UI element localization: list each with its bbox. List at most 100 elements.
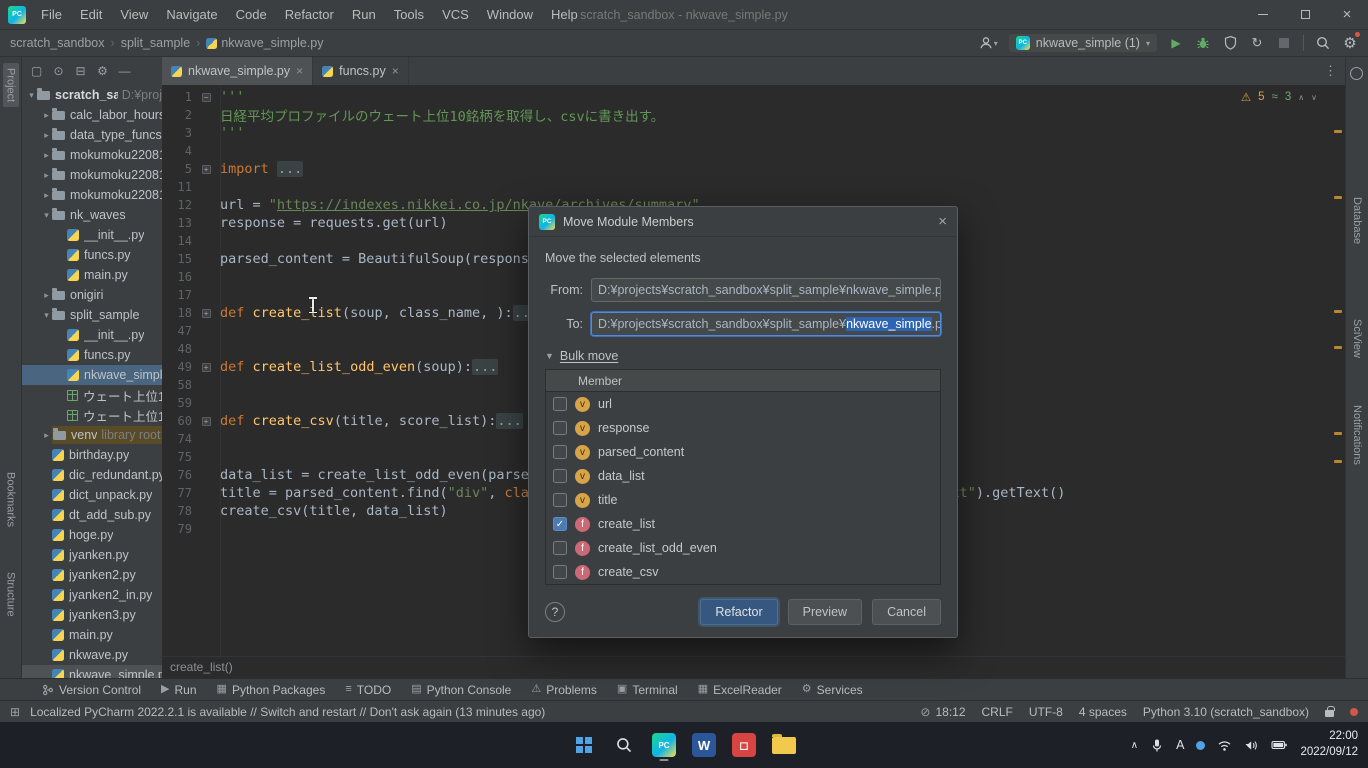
search-everywhere-button[interactable] [1315,34,1331,52]
toolwindow-button-version-control[interactable]: Version Control [34,679,149,701]
run-with-coverage-button[interactable] [1222,34,1238,52]
error-stripe-mark[interactable] [1334,346,1342,349]
error-stripe-mark[interactable] [1334,460,1342,463]
rerun-button[interactable]: ↻ [1249,34,1265,52]
taskbar-pycharm-button[interactable]: PC [647,728,681,762]
chevron-collapsed-icon[interactable]: ▸ [41,290,52,301]
preview-button[interactable]: Preview [788,599,862,625]
error-stripe-mark[interactable] [1334,130,1342,133]
tree-item-nkwave_simple-py[interactable]: nkwave_simple.py [22,665,162,678]
stop-button[interactable] [1276,34,1292,52]
dialog-close-button[interactable]: × [938,213,947,230]
tree-item-jyanken2_in-py[interactable]: jyanken2_in.py [22,585,162,605]
fold-marker-icon[interactable]: + [202,363,211,372]
tree-item-funcs-py[interactable]: funcs.py [22,245,162,265]
lock-icon[interactable] [1325,710,1334,717]
taskbar-word-button[interactable]: W [687,728,721,762]
interpreter-widget[interactable]: Python 3.10 (scratch_sandbox) [1143,705,1309,719]
menu-refactor[interactable]: Refactor [276,0,343,30]
toolwindow-button-problems[interactable]: ⚠Problems [523,679,605,701]
refactor-button[interactable]: Refactor [700,599,777,625]
tree-item-onigiri[interactable]: ▸onigiri [22,285,162,305]
tree-item-mokumoku220813[interactable]: ▸mokumoku220813 [22,145,162,165]
panel-settings-button[interactable]: ⚙ [96,64,109,78]
member-row-data_list[interactable]: vdata_list [546,464,940,488]
volume-icon[interactable] [1244,739,1259,752]
member-checkbox[interactable] [553,565,567,579]
fold-marker-icon[interactable]: + [202,417,211,426]
tree-item-dt_add_sub-py[interactable]: dt_add_sub.py [22,505,162,525]
menu-run[interactable]: Run [343,0,385,30]
encoding-widget[interactable]: UTF-8 [1029,705,1063,719]
editor-breadcrumb-bar[interactable]: create_list() [162,656,1345,678]
from-field[interactable]: D:¥projects¥scratch_sandbox¥split_sample… [591,278,941,302]
code-with-me-button[interactable]: ▾ [978,34,998,52]
tab-close-icon[interactable]: × [296,64,303,78]
toolwindow-button-excelreader[interactable]: ▦ExcelReader [690,679,790,701]
taskbar-search-button[interactable] [607,728,641,762]
member-row-parsed_content[interactable]: vparsed_content [546,440,940,464]
tree-item--10-2[interactable]: ウェート上位10銘柄2 [22,385,162,405]
member-checkbox[interactable] [553,421,567,435]
tab-nkwave_simple-py[interactable]: nkwave_simple.py× [162,57,313,85]
cancel-button[interactable]: Cancel [872,599,941,625]
run-configuration-select[interactable]: PC nkwave_simple (1) ▾ [1009,34,1157,52]
tree-item-main-py[interactable]: main.py [22,625,162,645]
tool-window-switcher-icon[interactable]: ⊞ [10,705,20,719]
member-checkbox[interactable]: ✓ [553,517,567,531]
hide-panel-button[interactable]: — [118,64,131,78]
taskbar-red-app-button[interactable]: ◻ [727,728,761,762]
tree-item-__init__-py[interactable]: __init__.py [22,325,162,345]
menu-view[interactable]: View [111,0,157,30]
tree-item-dic_redundant-py[interactable]: dic_redundant.py [22,465,162,485]
tree-item-nk_waves[interactable]: ▾nk_waves [22,205,162,225]
tree-item-dict_unpack-py[interactable]: dict_unpack.py [22,485,162,505]
menu-navigate[interactable]: Navigate [157,0,226,30]
member-row-create_list[interactable]: ✓fcreate_list [546,512,940,536]
member-row-create_csv[interactable]: fcreate_csv [546,560,940,584]
member-row-url[interactable]: vurl [546,392,940,416]
close-button[interactable]: × [1326,0,1368,30]
chevron-expanded-icon[interactable]: ▾ [41,210,52,221]
menu-edit[interactable]: Edit [71,0,111,30]
member-checkbox[interactable] [553,493,567,507]
chevron-collapsed-icon[interactable]: ▸ [41,150,52,161]
wifi-icon[interactable] [1217,739,1232,752]
hidden-icons-chevron[interactable]: ∧ [1131,740,1138,751]
microphone-icon[interactable] [1150,738,1164,753]
tree-item-main-py[interactable]: main.py [22,265,162,285]
menu-vcs[interactable]: VCS [433,0,478,30]
tree-item-funcs-py[interactable]: funcs.py [22,345,162,365]
indent-widget[interactable]: 4 spaces [1079,705,1127,719]
error-stripe-mark[interactable] [1334,432,1342,435]
stripe-tab-bookmarks[interactable]: Bookmarks [5,472,17,527]
debug-button[interactable] [1195,34,1211,52]
fold-marker-icon[interactable]: + [202,309,211,318]
member-row-create_list_odd_even[interactable]: fcreate_list_odd_even [546,536,940,560]
github-copilot-icon[interactable] [1350,67,1363,80]
breadcrumb-item[interactable]: nkwave_simple.py [206,36,323,50]
tree-item-nkwave_simple-py[interactable]: nkwave_simple.py [22,365,162,385]
tree-item-jyanken-py[interactable]: jyanken.py [22,545,162,565]
breadcrumb-item[interactable]: split_sample [121,36,190,50]
tab-funcs-py[interactable]: funcs.py× [313,57,409,85]
tree-item-mokumoku220817[interactable]: ▸mokumoku220817 [22,185,162,205]
status-message[interactable]: Localized PyCharm 2022.2.1 is available … [30,705,545,719]
member-checkbox[interactable] [553,445,567,459]
tray-blue-icon[interactable] [1196,741,1205,750]
status-red-icon[interactable] [1350,708,1358,716]
next-problem-button[interactable]: ∨ [1311,93,1317,102]
taskbar-explorer-button[interactable] [767,728,801,762]
chevron-collapsed-icon[interactable]: ▸ [41,130,52,141]
tree-item-nkwave-py[interactable]: nkwave.py [22,645,162,665]
menu-window[interactable]: Window [478,0,542,30]
tree-item-venv[interactable]: ▸venvlibrary root [22,425,162,445]
tree-item-calc_labor_hours[interactable]: ▸calc_labor_hours [22,105,162,125]
select-opened-file-button[interactable]: ▢ [30,64,43,78]
ime-indicator[interactable]: A [1176,738,1184,752]
locate-button[interactable]: ⊙ [52,64,65,78]
toolwindow-button-run[interactable]: ▶Run [153,679,204,701]
taskbar-clock[interactable]: 22:00 2022/09/12 [1300,729,1358,760]
chevron-collapsed-icon[interactable]: ▸ [41,430,52,441]
bulk-move-toggle[interactable]: ▼ Bulk move [545,349,941,363]
